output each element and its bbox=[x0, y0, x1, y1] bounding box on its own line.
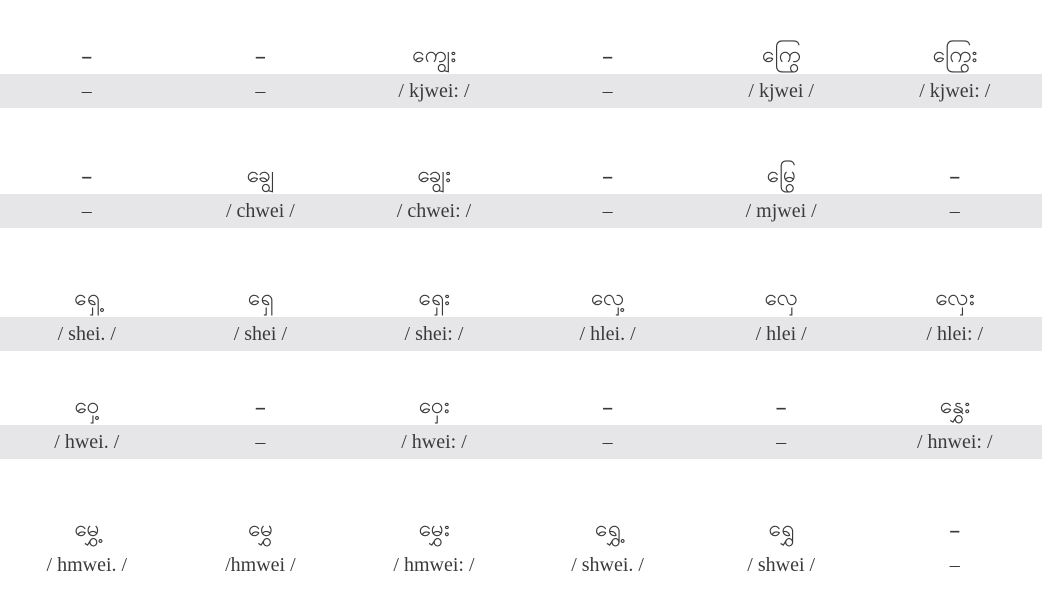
romanization-cell: – bbox=[255, 430, 266, 453]
romanization-cell: / hlei / bbox=[755, 322, 807, 345]
burmese-cell: – bbox=[81, 164, 93, 190]
romanization-cell: / hmwei: / bbox=[393, 553, 475, 576]
romanization-row: – / chwei / / chwei: / – / mjwei / – bbox=[0, 194, 1042, 228]
romanization-cell: – bbox=[602, 430, 613, 453]
burmese-cell: လှေ့ bbox=[590, 285, 625, 311]
burmese-cell: – bbox=[601, 164, 614, 190]
burmese-cell: ချွေ bbox=[246, 162, 275, 188]
romanization-cell: / chwei / bbox=[225, 199, 295, 222]
romanization-cell: / kjwei: / bbox=[919, 79, 991, 102]
romanization-cell: / hwei: / bbox=[401, 430, 467, 453]
table-block-1: – – ကျွေး – ကြွေ ကြွေး – – / kjwei: / – … bbox=[0, 40, 1042, 108]
burmese-cell: ကြွေး bbox=[932, 42, 978, 68]
burmese-cell: ချွေး bbox=[416, 162, 451, 188]
burmese-cell: – bbox=[81, 44, 93, 70]
burmese-cell: ရွှေ့ bbox=[594, 516, 621, 542]
romanization-cell: /hmwei / bbox=[225, 553, 296, 576]
romanization-cell: – bbox=[602, 79, 613, 102]
romanization-cell: / hlei: / bbox=[926, 322, 984, 345]
burmese-cell: ကြွေ bbox=[761, 42, 801, 68]
burmese-cell: ဝှေး bbox=[418, 393, 450, 419]
romanization-row: – – / kjwei: / – / kjwei / / kjwei: / bbox=[0, 74, 1042, 108]
burmese-row: ရှေ့ ရှေ ရှေး လှေ့ လှေ လှေး bbox=[0, 283, 1042, 317]
burmese-cell: ဝှေ့ bbox=[74, 393, 100, 419]
romanization-cell: – bbox=[949, 199, 960, 222]
burmese-cell: မြွေ bbox=[766, 162, 797, 188]
romanization-cell: – bbox=[81, 79, 92, 102]
romanization-cell: – bbox=[949, 553, 960, 576]
romanization-cell: – bbox=[776, 430, 787, 453]
burmese-cell: မွှေး bbox=[418, 516, 450, 542]
burmese-row: ဝှေ့ – ဝှေး – – နွှေး bbox=[0, 391, 1042, 425]
burmese-cell: မွှေ့ bbox=[73, 516, 100, 542]
romanization-cell: / hmwei. / bbox=[46, 553, 128, 576]
romanization-cell: / shei: / bbox=[404, 322, 464, 345]
table-block-3: ရှေ့ ရှေ ရှေး လှေ့ လှေ လှေး / shei. / / … bbox=[0, 283, 1042, 351]
burmese-cell: – bbox=[601, 395, 614, 421]
romanization-cell: / mjwei / bbox=[745, 199, 817, 222]
romanization-cell: / shei / bbox=[233, 322, 288, 345]
romanization-cell: / kjwei / bbox=[748, 79, 814, 102]
burmese-cell: မွှေ bbox=[247, 516, 274, 542]
burmese-cell: လှေ bbox=[764, 285, 799, 311]
burmese-cell: – bbox=[775, 395, 787, 421]
romanization-cell: – bbox=[81, 199, 92, 222]
romanization-cell: / kjwei: / bbox=[398, 79, 470, 102]
burmese-row: မွှေ့ မွှေ မွှေး ရွှေ့ ရွှေ – bbox=[0, 514, 1042, 548]
table-block-2: – ချွေ ချွေး – မြွေ – – / chwei / / chwe… bbox=[0, 160, 1042, 228]
burmese-cell: – bbox=[949, 164, 961, 190]
romanization-cell: / hlei. / bbox=[579, 322, 636, 345]
romanization-cell: – bbox=[255, 79, 266, 102]
burmese-cell: နွှေး bbox=[939, 393, 971, 419]
burmese-cell: ကျွေး bbox=[411, 42, 457, 68]
burmese-cell: ရှေ bbox=[247, 285, 274, 311]
romanization-row: / shei. / / shei / / shei: / / hlei. / /… bbox=[0, 317, 1042, 351]
burmese-cell: – bbox=[254, 44, 267, 70]
burmese-cell: ရှေ့ bbox=[73, 285, 100, 311]
burmese-cell: – bbox=[254, 395, 267, 421]
burmese-cell: လှေး bbox=[934, 285, 975, 311]
romanization-cell: / shwei / bbox=[747, 553, 816, 576]
burmese-cell: ရှေး bbox=[417, 285, 450, 311]
burmese-cell: ရွှေ bbox=[768, 516, 795, 542]
romanization-cell: / shwei. / bbox=[571, 553, 644, 576]
burmese-cell: – bbox=[949, 518, 961, 544]
romanization-cell: / hwei. / bbox=[54, 430, 120, 453]
burmese-cell: – bbox=[601, 44, 614, 70]
romanization-cell: / shei. / bbox=[57, 322, 116, 345]
burmese-row: – ချွေ ချွေး – မြွေ – bbox=[0, 160, 1042, 194]
romanization-cell: – bbox=[602, 199, 613, 222]
burmese-row: – – ကျွေး – ကြွေ ကြွေး bbox=[0, 40, 1042, 74]
romanization-cell: / hnwei: / bbox=[916, 430, 993, 453]
table-block-4: ဝှေ့ – ဝှေး – – နွှေး / hwei. / – / hwei… bbox=[0, 391, 1042, 459]
romanization-row: / hwei. / – / hwei: / – – / hnwei: / bbox=[0, 425, 1042, 459]
table-block-5: မွှေ့ မွှေ မွှေး ရွှေ့ ရွှေ – / hmwei. /… bbox=[0, 514, 1042, 582]
romanization-row: / hmwei. / /hmwei / / hmwei: / / shwei. … bbox=[0, 548, 1042, 582]
romanization-cell: / chwei: / bbox=[396, 199, 472, 222]
